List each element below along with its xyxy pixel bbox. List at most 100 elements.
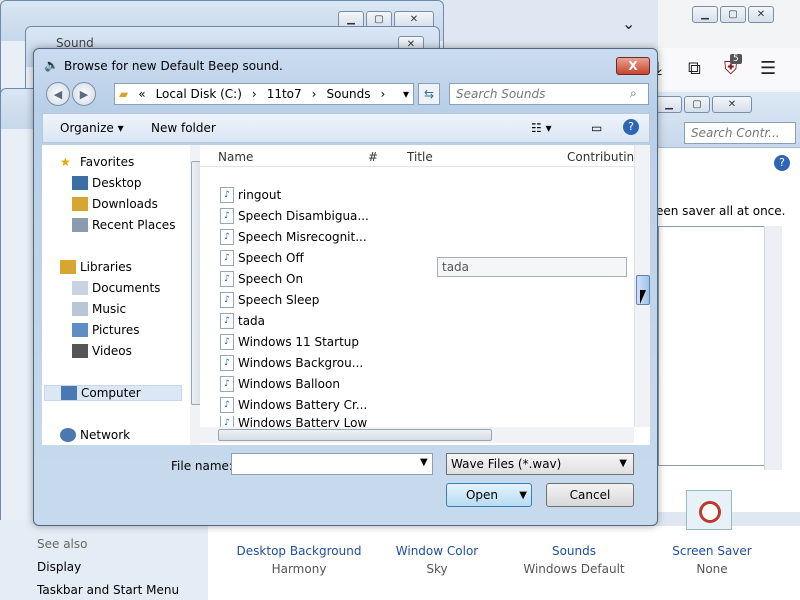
cp-scrollbar[interactable] (764, 226, 782, 470)
col-number[interactable]: # (368, 150, 378, 164)
chevron-down-icon[interactable]: ⌄ (622, 14, 635, 33)
cp-search-input[interactable]: Search Contr... (684, 122, 796, 144)
search-input[interactable]: Search Sounds (449, 83, 649, 105)
address-segment[interactable]: 11to7 (267, 87, 302, 101)
open-dropdown-icon[interactable]: ▼ (519, 490, 527, 501)
file-item[interactable]: ♪ tada (220, 311, 265, 331)
minimize-button[interactable]: ▁ (656, 96, 682, 113)
file-list-hscrollbar[interactable] (200, 427, 634, 443)
address-sep[interactable]: › (252, 87, 257, 101)
item-sub: Sky (426, 562, 448, 576)
file-item[interactable]: ♪ Windows 11 Startup (220, 332, 359, 352)
file-item[interactable]: ♪ Windows Balloon (220, 374, 340, 394)
browser-window: ▁ ▢ ✕ ⌄ ⤓ ⧉ ⛨ 5 ☰ (622, 0, 800, 92)
nav-favorites[interactable]: ★ Favorites (60, 155, 134, 169)
close-button[interactable]: ✕ (748, 6, 774, 23)
videos-icon (72, 344, 88, 358)
close-button[interactable]: ✕ (712, 96, 752, 113)
link-display[interactable]: Display (37, 560, 81, 574)
nav-label: Downloads (92, 197, 158, 211)
nav-label: Videos (92, 344, 132, 358)
open-button[interactable]: Open ▼ (446, 483, 532, 507)
nav-network[interactable]: Network (60, 428, 130, 442)
file-name: Windows Battery Cr... (238, 398, 368, 412)
col-title[interactable]: Title (407, 150, 433, 164)
address-overflow[interactable]: « (138, 87, 145, 101)
address-segment[interactable]: Local Disk (C:) (156, 87, 242, 101)
refresh-button[interactable]: ⇆ (418, 83, 440, 105)
organize-button[interactable]: Organize ▾ (60, 121, 124, 135)
nav-label: Computer (81, 386, 141, 400)
item-label: Window Color (395, 544, 479, 558)
maximize-button[interactable]: ▢ (720, 6, 746, 23)
search-icon[interactable]: ⌕ (630, 86, 637, 101)
nav-recent[interactable]: Recent Places (72, 218, 175, 232)
desktop-icon (72, 176, 88, 190)
address-bar[interactable]: ▰ « Local Disk (C:) › 11to7 › Sounds › ▾ (114, 83, 414, 105)
back-button[interactable]: ◀ (46, 82, 70, 106)
col-name[interactable]: Name (218, 150, 253, 164)
new-folder-button[interactable]: New folder (151, 121, 216, 135)
badge-count: 5 (730, 54, 742, 64)
address-segment[interactable]: Sounds (326, 87, 370, 101)
file-list[interactable]: Name # Title Contributing ♪ ringout ♪ Spee… (200, 145, 650, 445)
window-color-item[interactable]: Window Color Sky (367, 544, 507, 576)
view-options-icon[interactable]: ☷ ▾ (531, 121, 552, 135)
file-item[interactable]: ♪ ringout (220, 185, 281, 205)
file-type-select[interactable]: Wave Files (*.wav) ▼ (446, 453, 634, 475)
navigation-pane: ★ Favorites Desktop Downloads Recent Plac… (42, 145, 204, 445)
nav-label: Documents (92, 281, 161, 295)
nav-documents[interactable]: Documents (72, 281, 160, 295)
file-name-input[interactable] (231, 453, 433, 475)
item-label: Sounds (551, 544, 597, 558)
file-name: ringout (238, 188, 282, 202)
maximize-button[interactable]: ▢ (684, 96, 710, 113)
help-icon[interactable]: ? (774, 155, 790, 171)
nav-label: Favorites (80, 155, 135, 169)
nav-downloads[interactable]: Downloads (72, 197, 158, 211)
file-item[interactable]: ♪ Speech Misrecognit... (220, 227, 367, 247)
nav-desktop[interactable]: Desktop (72, 176, 142, 190)
file-name: tada (238, 314, 266, 328)
nav-computer[interactable]: Computer (44, 385, 182, 401)
music-icon (72, 302, 88, 316)
col-contributing[interactable]: Contributing (567, 150, 642, 164)
file-name: Windows Backgrou... (238, 356, 364, 370)
dialog-close-button[interactable]: X (616, 57, 650, 75)
open-label: Open (465, 488, 499, 502)
sounds-item[interactable]: Sounds Windows Default (504, 544, 644, 576)
file-item[interactable]: ♪ Speech Disambigua... (220, 206, 369, 226)
address-dropdown-icon[interactable]: ▾ (403, 87, 409, 101)
hscroll-thumb[interactable] (218, 429, 492, 441)
nav-libraries[interactable]: Libraries (60, 260, 132, 274)
see-also-panel: See also Display Taskbar and Start Menu (0, 520, 208, 600)
item-label: Screen Saver (672, 544, 752, 558)
menu-icon[interactable]: ☰ (760, 58, 776, 79)
minimize-button[interactable]: ▁ (692, 6, 718, 23)
screen-saver-icon (686, 490, 732, 530)
link-taskbar[interactable]: Taskbar and Start Menu (37, 583, 179, 597)
screen-saver-item[interactable]: Screen Saver None (642, 544, 782, 576)
file-item[interactable]: ♪ Speech On (220, 269, 303, 289)
help-icon[interactable]: ? (623, 119, 639, 135)
pictures-icon (72, 323, 88, 337)
file-item[interactable]: ♪ Speech Sleep (220, 290, 319, 310)
file-item[interactable]: ♪ Speech Off (220, 248, 304, 268)
nav-pictures[interactable]: Pictures (72, 323, 140, 337)
nav-videos[interactable]: Videos (72, 344, 132, 358)
nav-music[interactable]: Music (72, 302, 126, 316)
file-item[interactable]: ♪ Windows Battery Cr... (220, 395, 367, 415)
forward-button[interactable]: ▶ (72, 82, 96, 106)
preview-pane-icon[interactable]: ▭ (591, 121, 602, 135)
address-sep[interactable]: › (381, 87, 386, 101)
file-type-dropdown-icon[interactable]: ▼ (619, 458, 627, 469)
extension-icon[interactable]: ⧉ (688, 58, 701, 79)
column-headers: Name # Title Contributing (200, 145, 642, 167)
file-list-vscrollbar[interactable] (634, 145, 650, 427)
see-also-heading: See also (37, 537, 88, 551)
desktop-background-item[interactable]: Desktop Background Harmony (229, 544, 369, 576)
file-item[interactable]: ♪ Windows Backgrou... (220, 353, 363, 373)
file-name-dropdown-icon[interactable]: ▼ (420, 457, 428, 468)
address-sep[interactable]: › (312, 87, 317, 101)
cancel-button[interactable]: Cancel (546, 483, 634, 507)
